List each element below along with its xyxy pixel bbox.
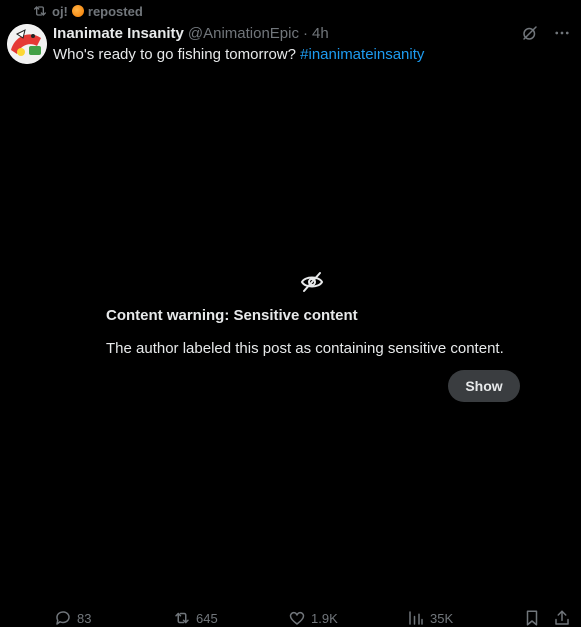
content-warning-title: Content warning: Sensitive content (106, 307, 358, 324)
bookmark-icon[interactable] (523, 609, 541, 627)
like-count: 1.9K (311, 610, 338, 626)
like-icon (288, 609, 306, 627)
view-count: 35K (430, 610, 454, 626)
post-action-bar: 83 645 1.9K 35K (0, 607, 581, 627)
avatar[interactable] (7, 24, 47, 64)
author-handle[interactable]: @AnimationEpic (188, 25, 299, 42)
hashtag-link[interactable]: #inanimateinsanity (300, 46, 424, 63)
views-action[interactable]: 35K (407, 609, 453, 627)
orange-emoji-icon (71, 5, 84, 17)
like-action[interactable]: 1.9K (288, 609, 338, 627)
repost-label: reposted (87, 3, 143, 19)
eye-slash-icon (300, 271, 324, 298)
separator: · (302, 24, 308, 42)
reply-action[interactable]: 83 (54, 609, 91, 627)
content-warning-description: The author labeled this post as containi… (106, 340, 504, 357)
post-header: Inanimate Insanity @AnimationEpic · 4h (53, 24, 329, 42)
post-time[interactable]: 4h (312, 25, 329, 42)
reply-count: 83 (77, 610, 92, 626)
more-icon[interactable] (553, 24, 571, 42)
repost-indicator[interactable]: oj! reposted (32, 3, 143, 19)
grok-icon[interactable] (521, 24, 539, 42)
post-text-body: Who's ready to go fishing tomorrow? (53, 46, 301, 63)
post-top-actions (521, 24, 571, 42)
share-icon[interactable] (553, 609, 571, 627)
repost-user[interactable]: oj! (52, 4, 68, 19)
repost-count: 645 (196, 610, 218, 626)
show-button[interactable]: Show (448, 370, 520, 402)
repost-action[interactable]: 645 (173, 609, 218, 627)
reply-icon (54, 609, 72, 627)
repost-icon (32, 3, 48, 19)
views-icon (407, 609, 425, 627)
repost-icon (173, 609, 191, 627)
post-text: Who's ready to go fishing tomorrow? #ina… (53, 46, 424, 63)
author-name[interactable]: Inanimate Insanity (53, 25, 184, 42)
